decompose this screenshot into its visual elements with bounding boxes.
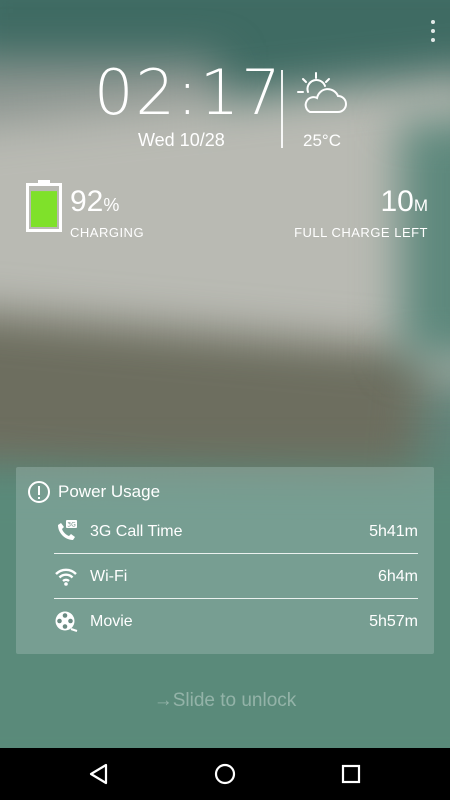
full-charge-value: 10	[380, 185, 414, 218]
power-usage-panel[interactable]: Power Usage 3G 3G Call Time 5h41m Wi-Fi …	[16, 467, 434, 654]
clock-time: 02:17	[94, 56, 283, 129]
usage-value: 6h4m	[377, 568, 418, 585]
back-icon[interactable]	[86, 761, 112, 787]
clock-weather-divider	[281, 70, 283, 148]
usage-label: Wi-Fi	[90, 568, 128, 585]
usage-label: Movie	[90, 613, 133, 630]
full-charge-label: FULL CHARGE LEFT	[294, 225, 428, 240]
date-label: Wed 10/28	[138, 130, 225, 150]
wallpaper-right-region	[400, 120, 450, 360]
movie-reel-icon	[54, 610, 78, 634]
slide-to-unlock-text: Slide to unlock	[172, 690, 297, 711]
wifi-icon	[54, 565, 78, 589]
home-icon[interactable]	[212, 761, 238, 787]
battery-percent: 92%	[70, 184, 119, 223]
phone-3g-icon: 3G	[54, 520, 78, 544]
slide-to-unlock[interactable]: →Slide to unlock	[0, 690, 450, 712]
usage-value: 5h41m	[369, 523, 418, 540]
power-usage-header: Power Usage	[28, 481, 160, 503]
row-divider	[54, 598, 418, 599]
sun-behind-cloud-icon	[297, 72, 347, 113]
lock-screen: 02:17 Wed 10/28 25°C 92% CHARGING 10M FU…	[0, 0, 450, 800]
full-charge-unit: M	[413, 196, 428, 215]
exclamation-circle-icon	[28, 481, 50, 503]
overflow-menu-icon[interactable]	[430, 20, 436, 42]
full-charge-time: 10M	[380, 184, 428, 224]
recents-icon[interactable]	[338, 761, 364, 787]
svg-text:3G: 3G	[67, 522, 76, 529]
row-divider	[54, 553, 418, 554]
usage-row-call[interactable]: 3G 3G Call Time 5h41m	[54, 510, 418, 554]
usage-row-movie[interactable]: Movie 5h57m	[54, 600, 418, 644]
battery-icon	[26, 180, 62, 232]
battery-percent-value: 92	[70, 185, 104, 218]
power-usage-title: Power Usage	[58, 482, 161, 501]
arrow-right-icon: →	[153, 690, 173, 711]
battery-percent-unit: %	[103, 195, 120, 215]
temperature-label: 25°C	[303, 131, 341, 150]
usage-label: 3G Call Time	[90, 523, 183, 540]
battery-state: CHARGING	[70, 225, 145, 240]
usage-row-wifi[interactable]: Wi-Fi 6h4m	[54, 555, 418, 599]
navigation-bar	[0, 748, 450, 800]
usage-value: 5h57m	[369, 613, 418, 630]
